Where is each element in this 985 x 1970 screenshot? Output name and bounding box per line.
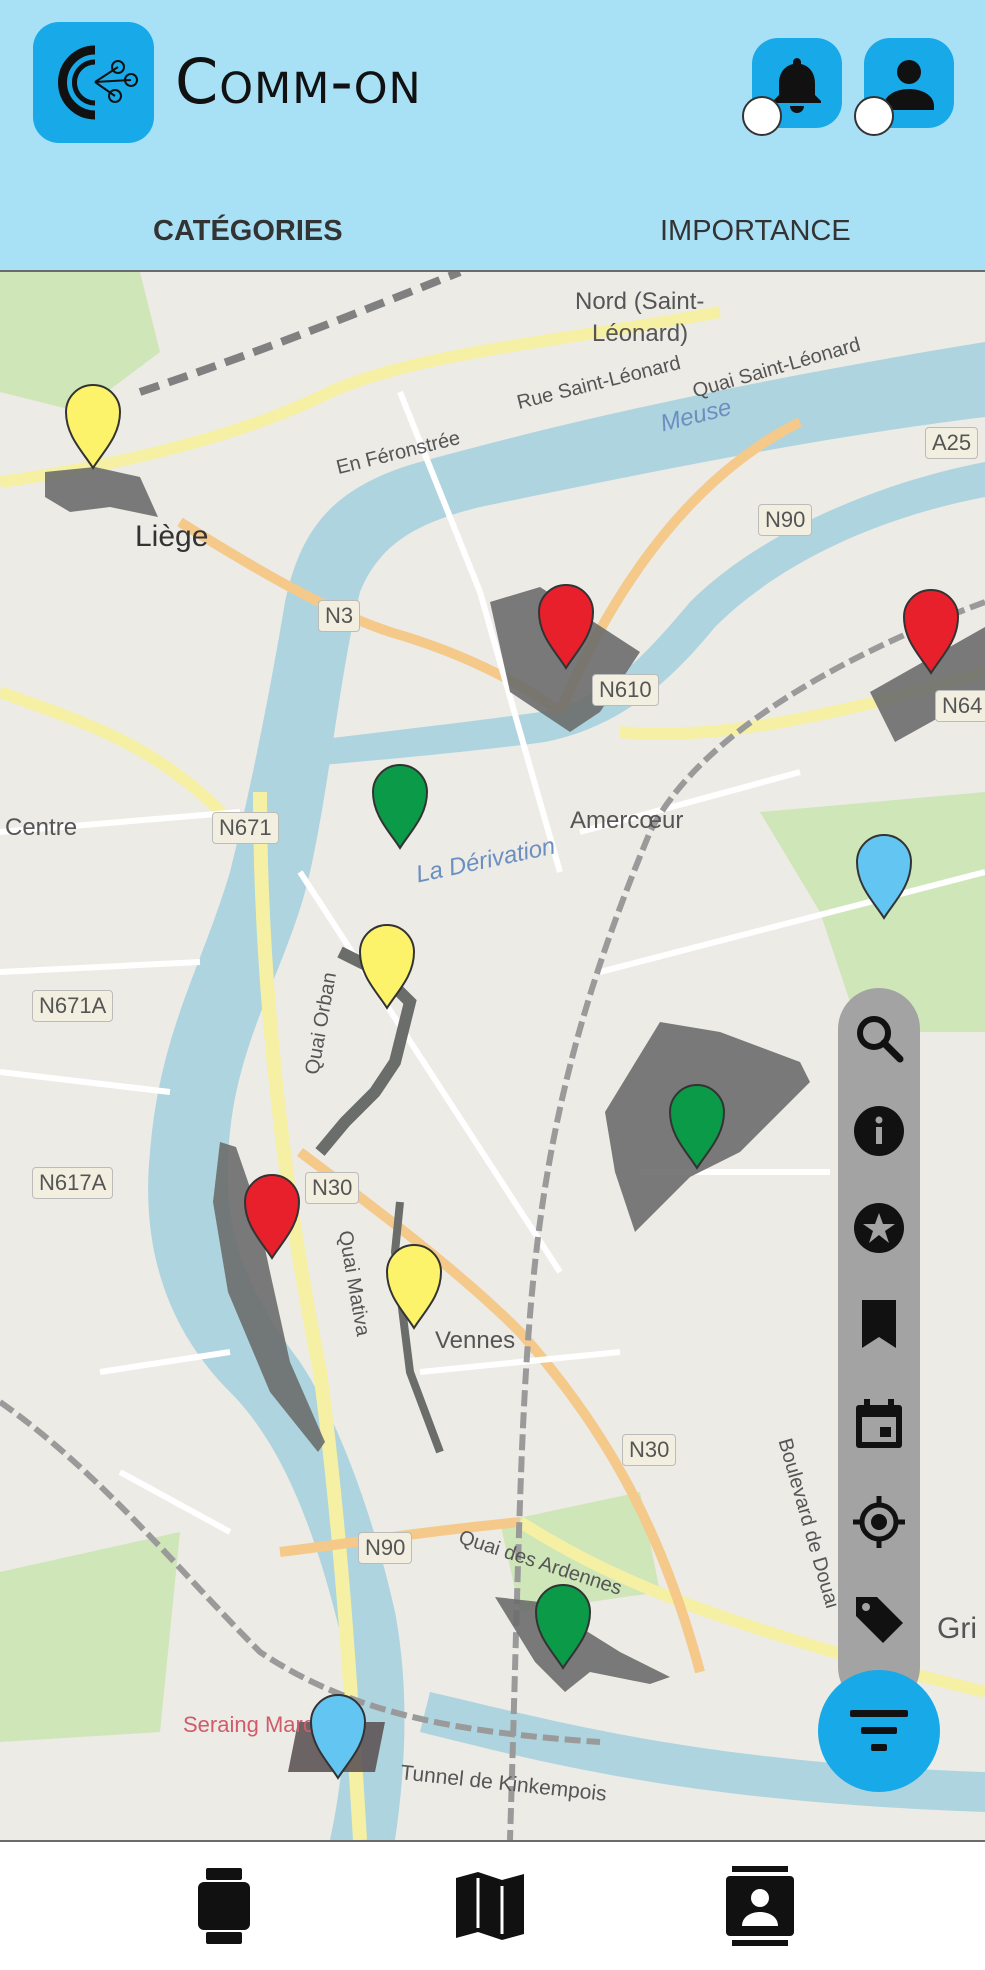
tags-button[interactable] [853, 1593, 905, 1645]
info-button[interactable] [853, 1105, 905, 1157]
map-pin-green[interactable] [534, 1584, 592, 1670]
map-pin-yellow[interactable] [358, 924, 416, 1010]
map-pin-red[interactable] [902, 589, 960, 675]
bookmark-button[interactable] [853, 1298, 905, 1350]
filter-button[interactable] [818, 1670, 940, 1792]
map-pin-yellow[interactable] [64, 384, 122, 470]
info-icon [854, 1106, 904, 1156]
app-logo[interactable] [33, 22, 154, 143]
tab-importance[interactable]: Importance [660, 215, 851, 248]
watch-icon [198, 1868, 250, 1944]
map-pin-blue[interactable] [855, 834, 913, 920]
map-pin-red[interactable] [537, 584, 595, 670]
map-view[interactable]: Nord (Saint- Léonard) Liège Centre Amerc… [0, 272, 985, 1840]
nav-contacts[interactable] [720, 1866, 800, 1946]
map-pin-yellow[interactable] [385, 1244, 443, 1330]
search-button[interactable] [853, 1012, 905, 1064]
profile-badge [854, 96, 894, 136]
locate-button[interactable] [853, 1496, 905, 1548]
map-pin-green[interactable] [668, 1084, 726, 1170]
contact-card-icon [726, 1866, 794, 1946]
bookmark-icon [862, 1300, 896, 1348]
map-icon [456, 1872, 524, 1940]
map-pin-green[interactable] [371, 764, 429, 850]
profile-button[interactable] [854, 38, 954, 136]
calendar-button[interactable] [853, 1398, 905, 1450]
tab-categories[interactable]: Catégories [153, 215, 343, 248]
target-icon [853, 1496, 905, 1548]
map-pin-blue[interactable] [309, 1694, 367, 1780]
favorite-button[interactable] [853, 1202, 905, 1254]
logo-icon [58, 45, 138, 120]
notification-badge [742, 96, 782, 136]
tag-icon [856, 1597, 903, 1643]
nav-watch[interactable] [184, 1866, 264, 1946]
filter-icon [850, 1710, 908, 1751]
search-icon [857, 1016, 904, 1063]
app-title: Comm-on [175, 45, 422, 118]
star-icon [854, 1203, 904, 1253]
bottom-nav [0, 1840, 985, 1970]
notifications-button[interactable] [742, 38, 842, 136]
calendar-icon [856, 1399, 902, 1448]
app-header: Comm-on Catégories Importance [0, 0, 985, 272]
map-tool-bar [838, 988, 920, 1708]
nav-map[interactable] [450, 1866, 530, 1946]
map-pin-red[interactable] [243, 1174, 301, 1260]
